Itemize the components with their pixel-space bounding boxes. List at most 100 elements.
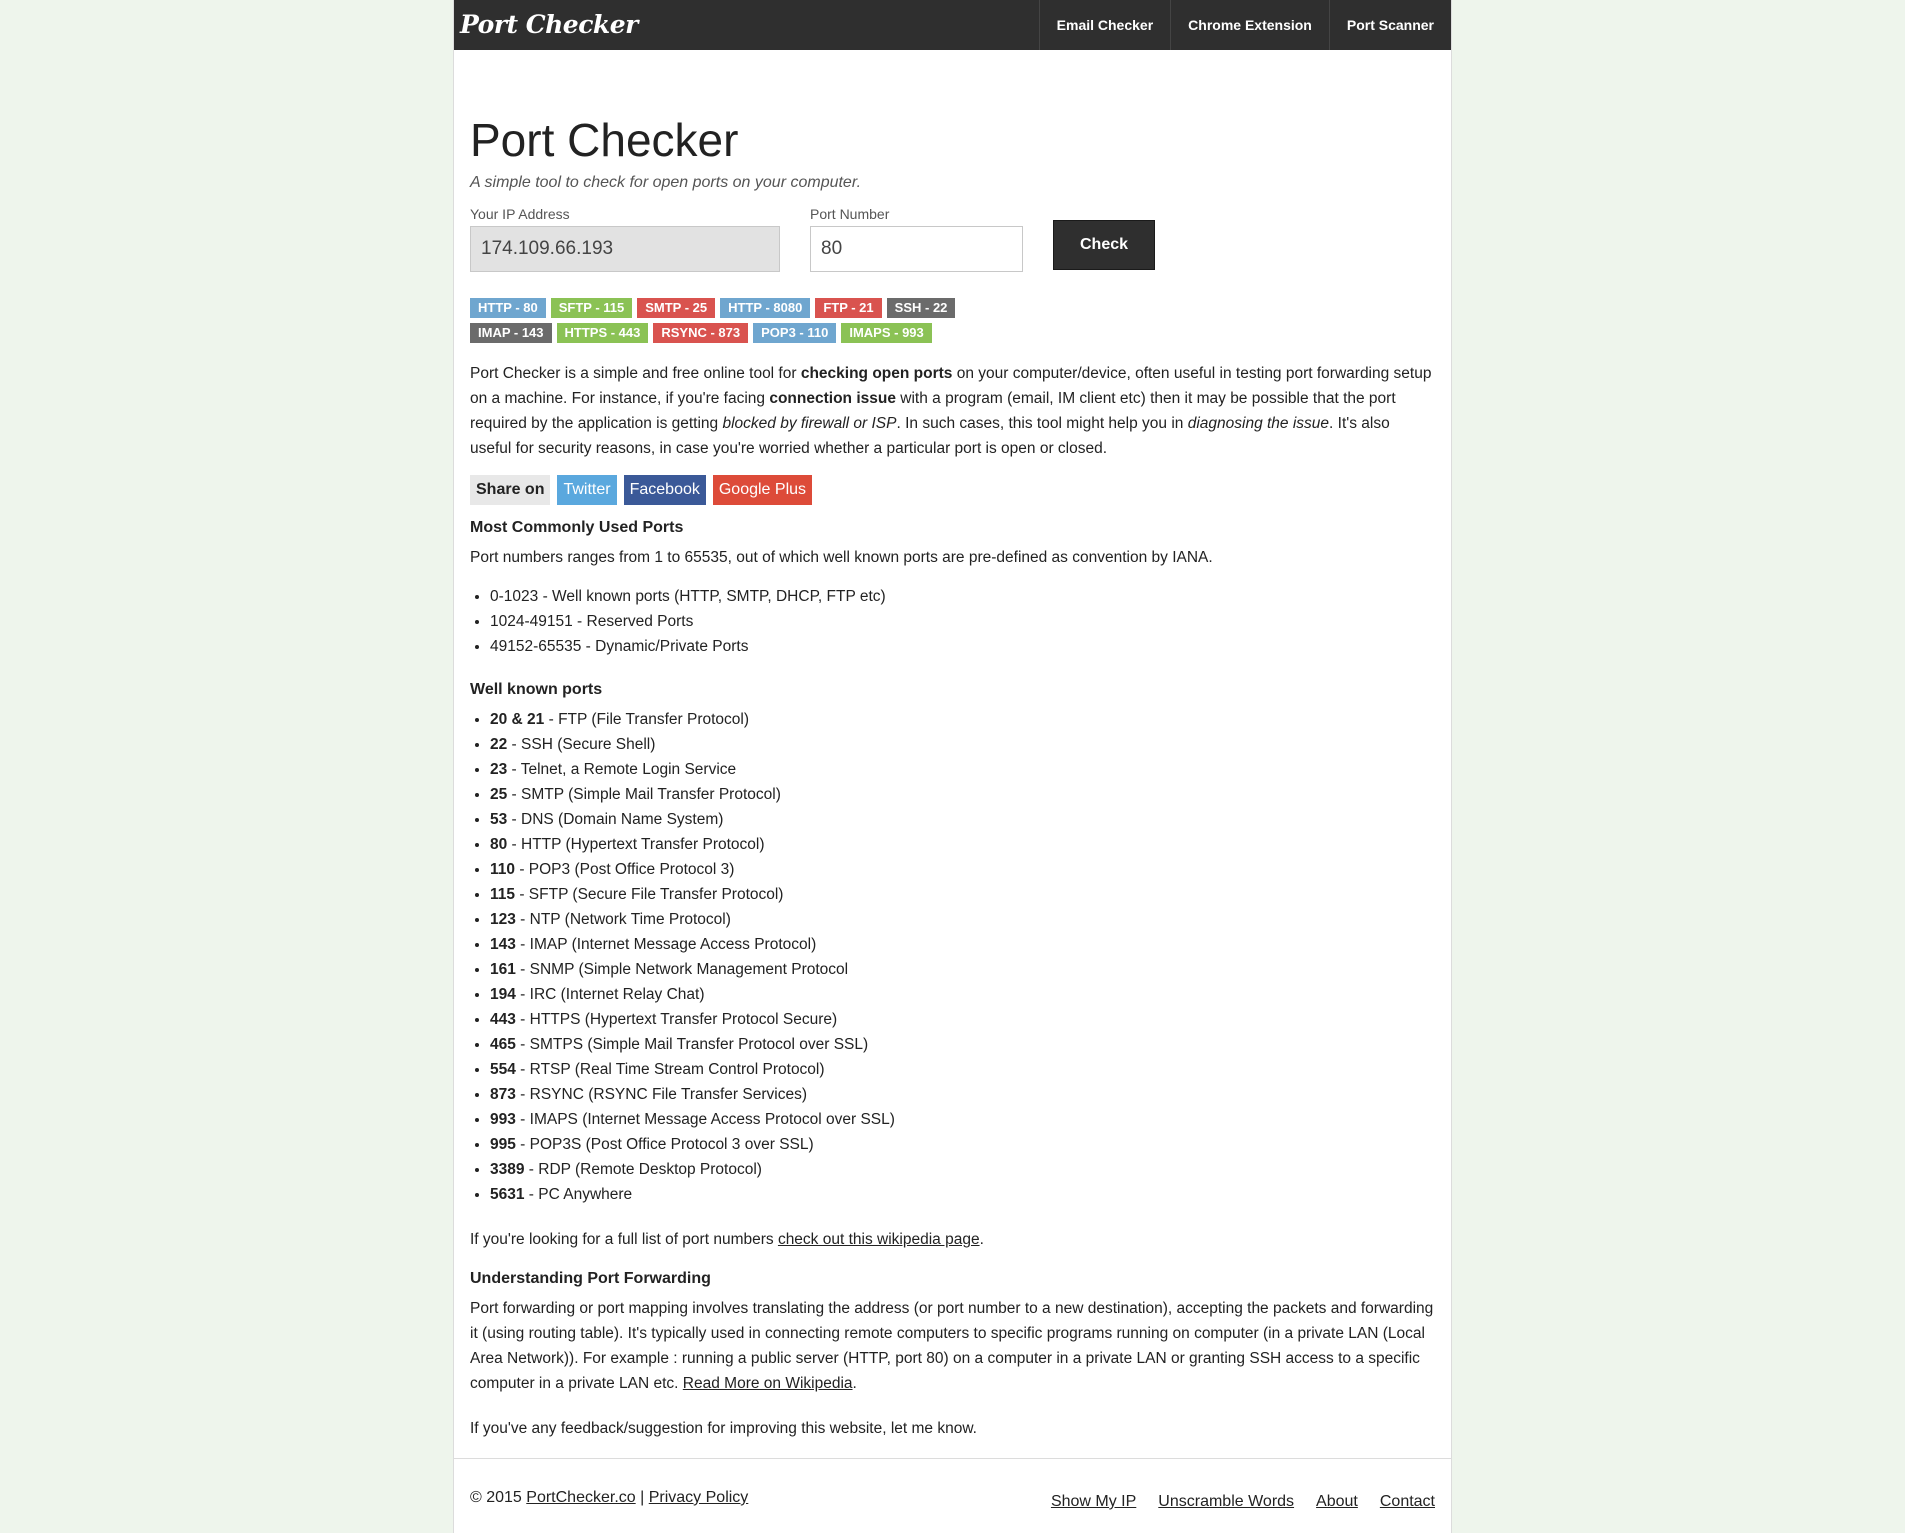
nav-chrome-extension[interactable]: Chrome Extension [1170,0,1329,50]
forwarding-end: . [852,1375,857,1392]
port-description: - POP3S (Post Office Protocol 3 over SSL… [515,1136,814,1153]
badge-ftp-21[interactable]: FTP - 21 [815,298,882,318]
port-number: 80 [490,836,508,853]
privacy-policy-link[interactable]: Privacy Policy [649,1489,749,1506]
footer-show-my-ip[interactable]: Show My IP [1051,1493,1136,1511]
badge-row-1: HTTP - 80 SFTP - 115 SMTP - 25 HTTP - 80… [470,298,1435,318]
badge-rsync-873[interactable]: RSYNC - 873 [653,323,749,343]
footer-separator: | [635,1489,649,1506]
port-number: 25 [490,786,508,803]
wikipedia-link[interactable]: check out this wikipedia page [778,1231,980,1248]
port-description: - RSYNC (RSYNC File Transfer Services) [515,1086,807,1103]
port-description: - IRC (Internet Relay Chat) [515,986,705,1003]
port-label: Port Number [810,206,890,222]
port-number: 873 [490,1086,516,1103]
port-number: 993 [490,1111,516,1128]
port-description: - IMAPS (Internet Message Access Protoco… [515,1111,895,1128]
share-facebook-button[interactable]: Facebook [623,475,706,505]
top-navbar: Port Checker Email Checker Chrome Extens… [454,0,1451,50]
table-row: 22 - SSH (Secure Shell) [490,732,1435,757]
badge-sftp-115[interactable]: SFTP - 115 [550,298,633,318]
nav-port-scanner[interactable]: Port Scanner [1328,0,1451,50]
site-link[interactable]: PortChecker.co [526,1489,635,1506]
port-field-group: Port Number [810,206,1023,272]
share-bar: Share on Twitter Facebook Google Plus [470,475,1435,505]
footer-links: Show My IP Unscramble Words About Contac… [1051,1493,1435,1511]
port-description: - POP3 (Post Office Protocol 3) [515,861,735,878]
ip-address-input[interactable] [470,226,780,272]
port-description: - SMTP (Simple Mail Transfer Protocol) [507,786,781,803]
table-row: 194 - IRC (Internet Relay Chat) [490,982,1435,1007]
list-item: 0-1023 - Well known ports (HTTP, SMTP, D… [490,584,1435,609]
nav-links: Email Checker Chrome Extension Port Scan… [1038,0,1451,50]
badge-https-443[interactable]: HTTPS - 443 [556,323,649,343]
well-known-heading: Well known ports [470,681,603,698]
port-description: - DNS (Domain Name System) [507,811,724,828]
quick-port-badges: HTTP - 80 SFTP - 115 SMTP - 25 HTTP - 80… [470,298,1435,343]
port-description: - Telnet, a Remote Login Service [507,761,737,778]
common-ports-text: Port numbers ranges from 1 to 65535, out… [470,549,1213,566]
badge-pop3-110[interactable]: POP3 - 110 [753,323,837,343]
port-description: - HTTP (Hypertext Transfer Protocol) [507,836,765,853]
forwarding-text: Port forwarding or port mapping involves… [470,1300,1434,1392]
port-number: 995 [490,1136,516,1153]
read-more-wikipedia-link[interactable]: Read More on Wikipedia [683,1375,853,1392]
footer-about[interactable]: About [1316,1493,1358,1511]
table-row: 993 - IMAPS (Internet Message Access Pro… [490,1107,1435,1132]
footer-copyright: © 2015 PortChecker.co | Privacy Policy [470,1489,748,1507]
port-number: 161 [490,961,516,978]
intro-text-1: Port Checker is a simple and free online… [470,365,801,382]
main-content: Port Checker A simple tool to check for … [454,50,1451,1441]
brand-logo[interactable]: Port Checker [454,0,638,50]
port-description: - SMTPS (Simple Mail Transfer Protocol o… [515,1036,869,1053]
intro-bold-2: connection issue [769,390,896,407]
table-row: 80 - HTTP (Hypertext Transfer Protocol) [490,832,1435,857]
footer: © 2015 PortChecker.co | Privacy Policy S… [454,1458,1451,1510]
table-row: 443 - HTTPS (Hypertext Transfer Protocol… [490,1007,1435,1032]
badge-row-2: IMAP - 143 HTTPS - 443 RSYNC - 873 POP3 … [470,323,1435,343]
copyright-text: © 2015 [470,1489,527,1506]
footer-unscramble-words[interactable]: Unscramble Words [1158,1493,1294,1511]
badge-http-80[interactable]: HTTP - 80 [470,298,546,318]
port-description: - IMAP (Internet Message Access Protocol… [515,936,817,953]
table-row: 995 - POP3S (Post Office Protocol 3 over… [490,1132,1435,1157]
port-description: - PC Anywhere [524,1186,633,1203]
port-number: 22 [490,736,508,753]
common-ports-heading: Most Commonly Used Ports [470,519,684,536]
port-forwarding-heading: Understanding Port Forwarding [470,1270,711,1287]
page-title: Port Checker [470,114,739,166]
intro-italic-1: blocked by firewall or ISP [722,415,897,432]
port-number: 20 & 21 [490,711,545,728]
port-number-input[interactable] [810,226,1023,272]
port-description: - FTP (File Transfer Protocol) [544,711,749,728]
table-row: 161 - SNMP (Simple Network Management Pr… [490,957,1435,982]
feedback-text: If you've any feedback/suggestion for im… [470,1420,977,1437]
badge-ssh-22[interactable]: SSH - 22 [886,298,956,318]
table-row: 873 - RSYNC (RSYNC File Transfer Service… [490,1082,1435,1107]
footer-contact[interactable]: Contact [1380,1493,1435,1511]
share-label: Share on [470,475,551,505]
port-number: 465 [490,1036,516,1053]
port-forwarding-text: Port forwarding or port mapping involves… [470,1296,1435,1396]
well-known-list: 20 & 21 - FTP (File Transfer Protocol)22… [470,707,1435,1207]
share-google-button[interactable]: Google Plus [712,475,813,505]
port-number: 53 [490,811,508,828]
table-row: 20 & 21 - FTP (File Transfer Protocol) [490,707,1435,732]
badge-http-8080[interactable]: HTTP - 8080 [720,298,811,318]
intro-bold-1: checking open ports [800,365,953,382]
intro-text-4: . In such cases, this tool might help yo… [896,415,1188,432]
nav-email-checker[interactable]: Email Checker [1038,0,1171,50]
check-button[interactable]: Check [1053,220,1155,270]
port-description: - RDP (Remote Desktop Protocol) [524,1161,762,1178]
port-number: 3389 [490,1161,525,1178]
table-row: 554 - RTSP (Real Time Stream Control Pro… [490,1057,1435,1082]
badge-smtp-25[interactable]: SMTP - 25 [637,298,716,318]
share-twitter-button[interactable]: Twitter [557,475,617,505]
intro-italic-2: diagnosing the issue [1187,415,1330,432]
port-number: 443 [490,1011,516,1028]
badge-imap-143[interactable]: IMAP - 143 [470,323,552,343]
badge-imaps-993[interactable]: IMAPS - 993 [841,323,932,343]
table-row: 123 - NTP (Network Time Protocol) [490,907,1435,932]
table-row: 25 - SMTP (Simple Mail Transfer Protocol… [490,782,1435,807]
wiki-end: . [979,1231,984,1248]
